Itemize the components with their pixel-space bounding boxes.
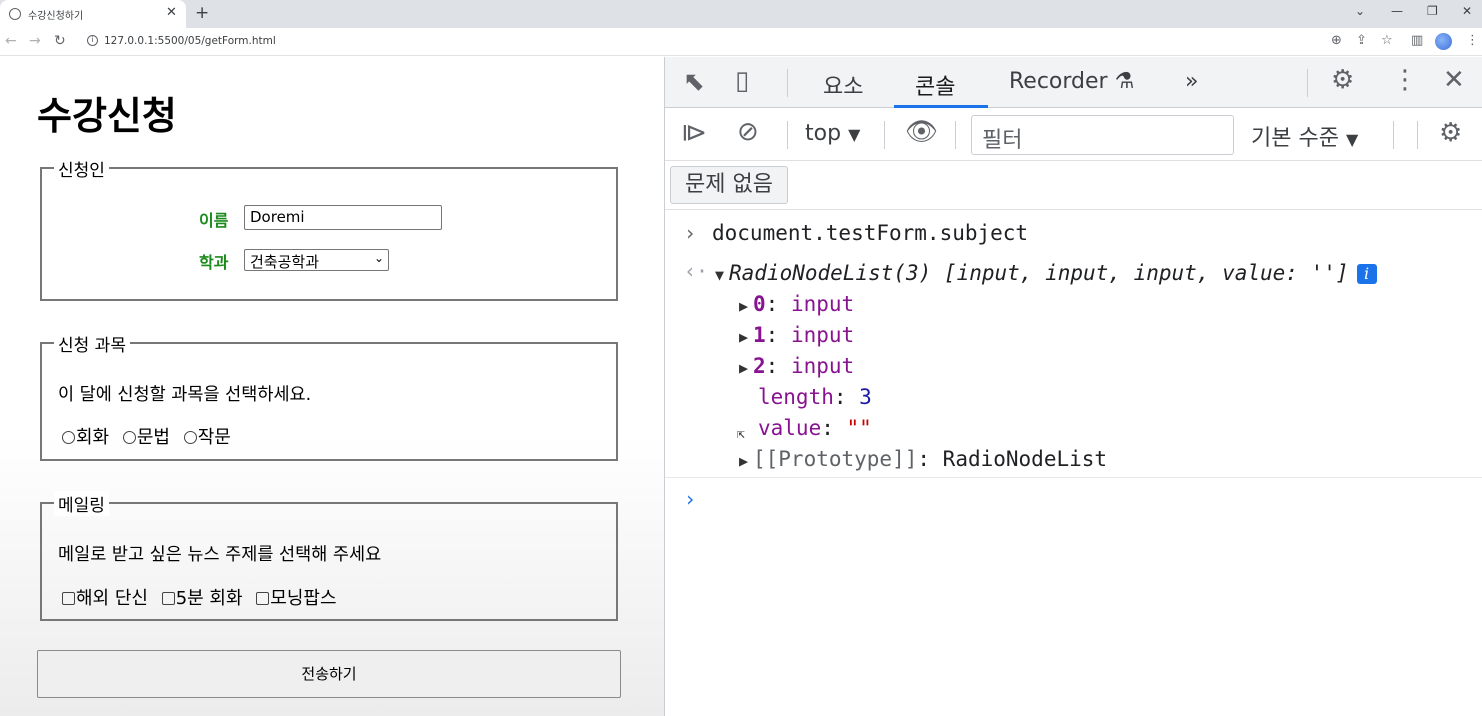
close-tab-icon[interactable]: ✕ [166,5,177,20]
reload-button[interactable]: ↻ [54,33,66,49]
expanded-triangle-icon[interactable]: ▼ [715,266,729,284]
subject-options: 회화 문법 작문 [62,423,239,449]
mailing-options: 해외 단신 5분 회화 모닝팝스 [62,584,345,610]
web-page: 수강신청 신청인 이름 Doremi 학과 건축공학과 ⌄ 신청 과목 이 달에… [0,57,664,716]
console-toolbar: ⧐ ⊘ top ▼ 👁 필터 기본 수준 ▼ ⚙ [665,109,1482,161]
console-item-0[interactable]: ▶ 0: input [739,292,854,316]
new-tab-button[interactable]: + [195,3,209,23]
dropdown-arrow-icon: ▼ [1345,130,1359,149]
dept-select-value: 건축공학과 [250,253,320,271]
globe-icon [9,8,21,20]
radio-icon [122,431,136,444]
forward-button[interactable]: → [29,33,41,49]
menu-icon[interactable]: ⋮ [1466,33,1479,48]
mailing-fieldset: 메일링 메일로 받고 싶은 뉴스 주제를 선택해 주세요 해외 단신 5분 회화… [40,491,618,621]
device-toolbar-icon[interactable]: ▯ [735,66,749,96]
console-command: document.testForm.subject [712,221,1029,245]
bookmark-star-icon[interactable]: ☆ [1381,33,1393,48]
subject-fieldset: 신청 과목 이 달에 신청할 과목을 선택하세요. 회화 문법 작문 [40,331,618,461]
dropdown-arrow-icon: ▼ [848,125,861,144]
browser-tab[interactable]: 수강신청하기 ✕ [0,0,186,28]
submit-button[interactable]: 전송하기 [37,650,621,698]
subject-radio-conversation[interactable]: 회화 [62,427,109,448]
dept-label: 학과 [199,253,229,272]
issues-bar: 문제 없음 [665,161,1482,210]
mailing-legend: 메일링 [54,491,109,516]
applicant-legend: 신청인 [54,156,109,181]
collapsed-triangle-icon: ▶ [739,452,749,470]
filter-input[interactable]: 필터 [971,115,1234,155]
eye-icon[interactable]: 👁 [905,117,938,147]
name-label: 이름 [199,211,229,230]
dept-select[interactable]: 건축공학과 ⌄ [244,249,389,271]
context-selector[interactable]: top ▼ [805,121,860,146]
console-item-1[interactable]: ▶ 1: input [739,323,854,347]
radio-icon [62,431,75,444]
sidebar-toggle-icon[interactable]: ⧐ [681,118,707,148]
collapsed-triangle-icon: ▶ [739,297,749,315]
mailing-checkbox-news[interactable]: 해외 단신 [62,588,148,609]
tab-title: 수강신청하기 [28,11,84,22]
address-bar[interactable]: 127.0.0.1:5500/05/getForm.html [104,35,276,47]
inspect-element-icon[interactable]: ⬉ [683,67,705,97]
page-title: 수강신청 [37,94,177,138]
checkbox-icon [62,592,75,605]
zoom-icon[interactable]: ⊕ [1331,33,1342,48]
site-info-icon[interactable]: i [87,35,98,46]
input-chevron-icon: › [684,221,697,245]
subject-legend: 신청 과목 [54,331,130,356]
name-input[interactable]: Doremi [244,205,442,230]
tab-elements[interactable]: 요소 [823,69,863,101]
close-window-button[interactable]: ✕ [1462,4,1472,18]
kebab-menu-icon[interactable]: ⋮ [1392,65,1418,95]
tab-strip: 수강신청하기 ✕ + ⌄ — ❐ ✕ [0,0,1482,28]
console-length: length: 3 [758,385,872,409]
issues-button[interactable]: 문제 없음 [670,166,788,204]
mouse-cursor-icon: ⇱ [737,427,745,442]
restore-button[interactable]: ❐ [1427,4,1438,18]
profile-avatar[interactable] [1435,33,1452,50]
devtools-tabbar: ⬉ ▯ 요소 콘솔 Recorder ⚗ » ⚙ ⋮ ✕ [665,57,1482,108]
console-prompt-icon[interactable]: › [684,487,696,511]
back-button[interactable]: ← [5,33,17,49]
console-prototype[interactable]: ▶ [[Prototype]]: RadioNodeList [739,447,1107,471]
devtools-panel: ⬉ ▯ 요소 콘솔 Recorder ⚗ » ⚙ ⋮ ✕ ⧐ ⊘ top ▼ 👁… [664,57,1482,716]
log-level-selector[interactable]: 기본 수준 ▼ [1251,120,1358,152]
subject-radio-grammar[interactable]: 문법 [122,427,170,448]
mailing-prompt: 메일로 받고 싶은 뉴스 주제를 선택해 주세요 [58,545,382,565]
active-tab-indicator [894,105,988,108]
console-item-2[interactable]: ▶ 2: input [739,354,854,378]
checkbox-icon [161,592,175,605]
collapsed-triangle-icon: ▶ [739,359,749,377]
return-arrow-icon: ‹· [684,259,709,283]
tab-console[interactable]: 콘솔 [915,69,955,101]
chevron-down-icon: ⌄ [373,251,384,265]
subject-prompt: 이 달에 신청할 과목을 선택하세요. [58,385,312,405]
side-panel-icon[interactable]: ▥ [1411,33,1423,48]
close-devtools-icon[interactable]: ✕ [1443,65,1465,95]
gear-icon[interactable]: ⚙ [1331,65,1354,95]
subject-radio-writing[interactable]: 작문 [183,427,231,448]
console-value: value: "" [758,416,872,440]
applicant-fieldset: 신청인 이름 Doremi 학과 건축공학과 ⌄ [40,156,618,301]
checkbox-icon [256,592,270,605]
console-result[interactable]: ▼ RadioNodeList(3) [input, input, input, … [715,261,1377,285]
radio-icon [183,431,197,444]
address-toolbar: ← → ↻ i 127.0.0.1:5500/05/getForm.html ⊕… [0,28,1482,56]
info-icon[interactable]: i [1356,264,1377,284]
collapsed-triangle-icon: ▶ [739,328,749,346]
mailing-checkbox-morningpops[interactable]: 모닝팝스 [256,588,337,609]
console-output[interactable]: › document.testForm.subject ‹· ▼ RadioNod… [665,211,1482,716]
tab-recorder[interactable]: Recorder ⚗ [1009,69,1134,94]
console-settings-icon[interactable]: ⚙ [1439,118,1462,148]
tab-search-icon[interactable]: ⌄ [1355,4,1365,18]
clear-console-icon[interactable]: ⊘ [737,117,759,147]
mailing-checkbox-conversation[interactable]: 5분 회화 [161,588,243,609]
more-tabs-button[interactable]: » [1185,69,1198,94]
minimize-button[interactable]: — [1391,4,1403,18]
share-icon[interactable]: ⇪ [1356,33,1367,48]
flask-icon: ⚗ [1114,69,1135,94]
